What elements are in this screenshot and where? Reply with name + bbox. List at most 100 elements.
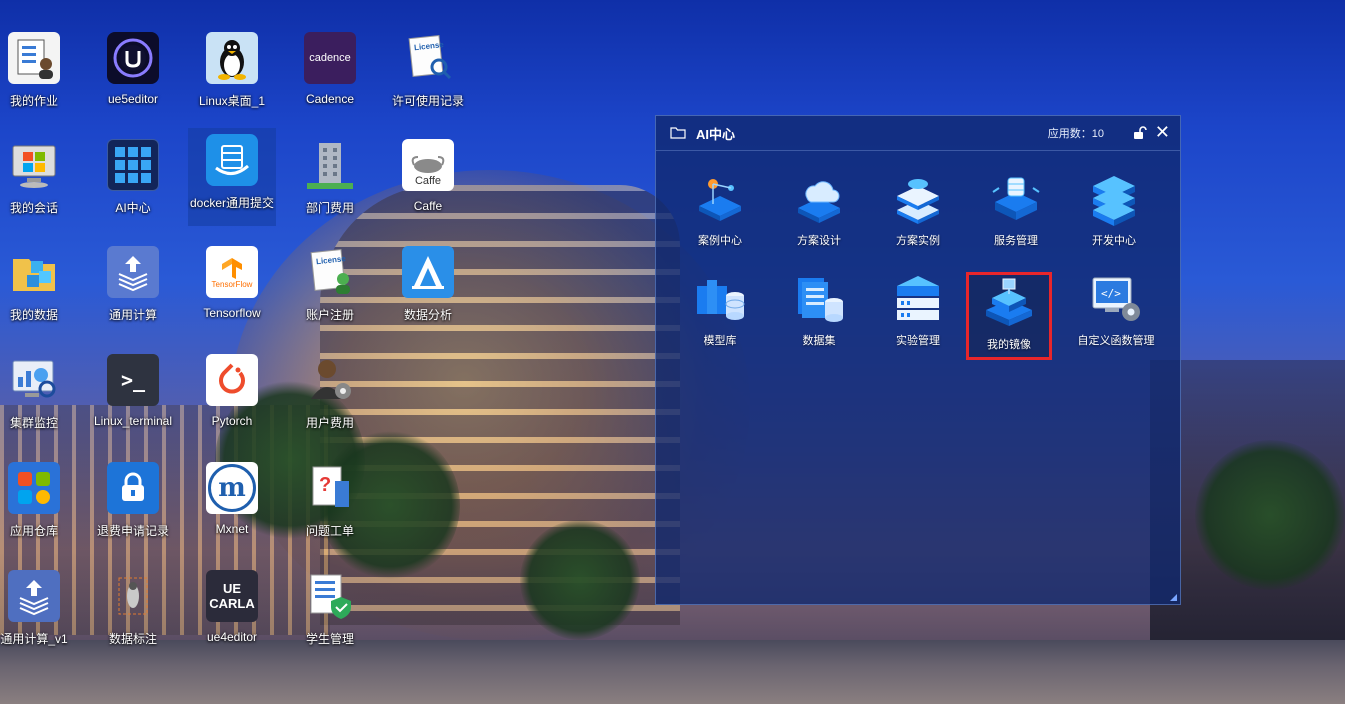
- window-title-bar[interactable]: AI中心 应用数：10 ✕: [656, 116, 1180, 151]
- desktop-icon-student-management[interactable]: 学生管理: [286, 564, 374, 660]
- gear-instance-icon: [897, 179, 939, 224]
- resize-handle[interactable]: [1170, 594, 1177, 601]
- docker-icon: [206, 134, 258, 186]
- unreal-engine-icon: [107, 32, 159, 84]
- license-search-icon: License: [402, 32, 454, 84]
- unlock-icon[interactable]: [1133, 126, 1147, 140]
- cadence-icon: cadence: [304, 32, 356, 84]
- desktop-icon-my-data[interactable]: 我的数据: [0, 240, 78, 336]
- app-label: 方案设计: [797, 235, 841, 247]
- app-label: 自定义函数管理: [1077, 335, 1155, 347]
- cloud-design-icon: [798, 181, 840, 223]
- desktop-icon-mxnet[interactable]: m Mxnet: [188, 456, 276, 552]
- case-center-icon: [699, 179, 741, 221]
- app-my-images[interactable]: 我的镜像: [966, 272, 1052, 360]
- app-dataset[interactable]: 数据集: [776, 266, 862, 358]
- server-stack-icon: [1093, 176, 1135, 226]
- analysis-icon: [402, 246, 454, 298]
- desktop-icon-my-sessions[interactable]: 我的会话: [0, 133, 78, 229]
- desktop-icon-data-analysis[interactable]: 数据分析: [384, 240, 472, 336]
- desktop-icon-label: 部门费用: [305, 201, 354, 215]
- app-label: 我的镜像: [987, 339, 1031, 351]
- app-experiment-management[interactable]: 实验管理: [875, 266, 961, 358]
- desktop-icon-label: 问题工单: [305, 524, 354, 538]
- svg-text:</>: </>: [1101, 287, 1121, 300]
- tensorflow-wordmark: TensorFlow: [211, 279, 253, 289]
- desktop-icon-license-records[interactable]: License 许可使用记录: [384, 26, 472, 122]
- app-label: 方案实例: [896, 235, 940, 247]
- desktop-icon-app-store[interactable]: 应用仓库: [0, 456, 78, 552]
- desktop-icon-department-cost[interactable]: 部门费用: [286, 133, 374, 229]
- desktop-icon-label: 许可使用记录: [391, 94, 464, 108]
- app-count-label: 应用数：: [1047, 128, 1092, 140]
- ai-center-window[interactable]: AI中心 应用数：10 ✕ 案例中心 方案设计 方案实例 服务管理 开发中心 模…: [655, 115, 1181, 605]
- desktop-icon-pytorch[interactable]: Pytorch: [188, 348, 276, 444]
- desktop-icon-account-register[interactable]: License 账户注册: [286, 240, 374, 336]
- desktop-icon-label: Linux_terminal: [93, 414, 173, 428]
- app-model-library[interactable]: 模型库: [677, 266, 763, 358]
- app-solution-instance[interactable]: 方案实例: [875, 166, 961, 258]
- desktop-icon-label: 用户费用: [305, 416, 354, 430]
- desktop-icon-ai-center[interactable]: AI中心: [89, 133, 177, 229]
- carla-icon: UE CARLA: [206, 570, 258, 622]
- app-count-value: 10: [1091, 128, 1104, 140]
- clipboard-user-icon: [8, 32, 60, 84]
- close-button[interactable]: ✕: [1155, 122, 1170, 142]
- terminal-icon: >_: [107, 354, 159, 406]
- caffe-wordmark: Caffe: [414, 175, 442, 187]
- desktop-icon-linux-desktop[interactable]: Linux桌面_1: [188, 26, 276, 122]
- pytorch-icon: [206, 354, 258, 406]
- upload-layers-icon: [8, 570, 60, 622]
- desktop-icon-label: ue4editor: [206, 630, 258, 644]
- desktop-icon-label: 学生管理: [305, 632, 354, 646]
- desktop-icon-cadence[interactable]: cadence Cadence: [286, 26, 374, 122]
- license-user-icon: License: [304, 246, 356, 298]
- desktop-icon-caffe[interactable]: Caffe Caffe: [384, 133, 472, 229]
- desktop-icon-label: docker通用提交: [189, 196, 275, 210]
- desktop-icon-data-annotation[interactable]: 数据标注: [89, 564, 177, 660]
- app-grid-icon: [107, 139, 159, 191]
- lock-icon: [107, 462, 159, 514]
- caffe-icon: Caffe: [402, 139, 454, 191]
- upload-layers-icon: [107, 246, 159, 298]
- window-title: AI中心: [696, 126, 736, 142]
- code-gear-icon: </>: [1092, 277, 1140, 321]
- app-label: 实验管理: [896, 335, 940, 347]
- desktop-icon-my-jobs[interactable]: 我的作业: [0, 26, 78, 122]
- desktop-icon-label: 集群监控: [9, 416, 58, 430]
- desktop-icon-compute-v1[interactable]: 通用计算_v1: [0, 564, 78, 660]
- building-icon: [304, 139, 356, 191]
- app-label: 案例中心: [698, 235, 742, 247]
- desktop-icon-label: 退费申请记录: [96, 524, 169, 538]
- tensorflow-icon: TensorFlow: [206, 246, 258, 298]
- app-development-center[interactable]: 开发中心: [1071, 166, 1157, 258]
- wallpaper-tree: [1195, 440, 1345, 590]
- desktop-icon-linux-terminal[interactable]: >_ Linux_terminal: [89, 348, 177, 444]
- desktop-icon-label: 数据分析: [403, 308, 452, 322]
- app-solution-design[interactable]: 方案设计: [776, 166, 862, 258]
- desktop-icon-user-cost[interactable]: 用户费用: [286, 348, 374, 444]
- folder-icon: [670, 127, 686, 139]
- desktop-icon-ue5editor[interactable]: ue5editor: [89, 26, 177, 122]
- app-store-icon: [8, 462, 60, 514]
- desktop-icon-ue4editor[interactable]: UE CARLA ue4editor: [188, 564, 276, 660]
- desktop-icon-refund-records[interactable]: 退费申请记录: [89, 456, 177, 552]
- app-service-management[interactable]: 服务管理: [973, 166, 1059, 258]
- user-gear-icon: [304, 354, 356, 406]
- desktop-icon-general-compute[interactable]: 通用计算: [89, 240, 177, 336]
- monitor-windows-icon: [8, 139, 60, 191]
- desktop-icon-label: Pytorch: [211, 414, 253, 428]
- dataset-icon: [798, 278, 843, 322]
- mxnet-icon: m: [206, 462, 258, 514]
- app-case-center[interactable]: 案例中心: [677, 166, 763, 258]
- desktop-icon-tensorflow[interactable]: TensorFlow Tensorflow: [188, 240, 276, 336]
- desktop-icon-label: 我的数据: [9, 308, 58, 322]
- service-cube-icon: [992, 177, 1040, 220]
- app-custom-function-management[interactable]: </> 自定义函数管理: [1071, 266, 1161, 358]
- desktop-icon-cluster-monitor[interactable]: 集群监控: [0, 348, 78, 444]
- desktop-icon-issue-ticket[interactable]: ? 问题工单: [286, 456, 374, 552]
- experiment-icon: [897, 276, 939, 320]
- desktop-icon-docker-submit[interactable]: docker通用提交: [188, 128, 276, 226]
- linux-penguin-icon: [206, 32, 258, 84]
- folder-cubes-icon: [8, 246, 60, 298]
